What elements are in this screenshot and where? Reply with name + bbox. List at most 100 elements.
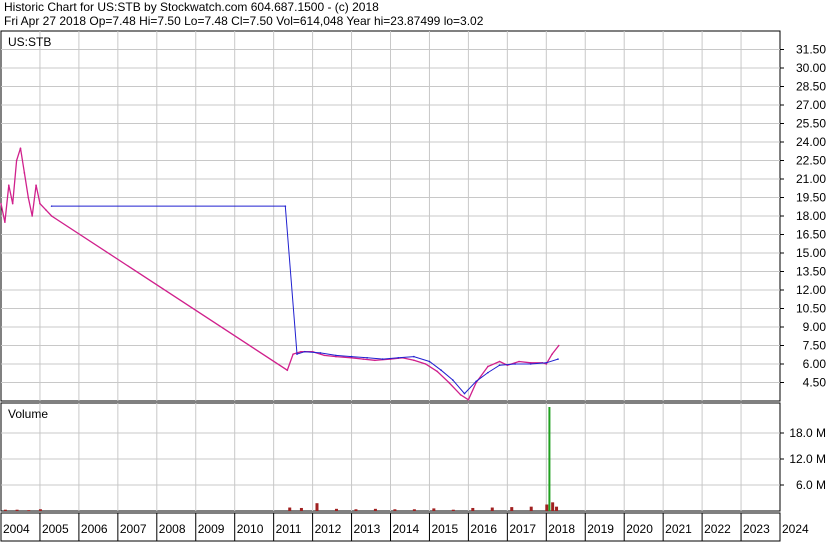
x-tick-label: 2015	[431, 522, 458, 536]
price-panel-title: US:STB	[8, 35, 51, 49]
volume-panel-title: Volume	[8, 407, 48, 421]
volume-tick-label: 18.0 M	[789, 426, 826, 440]
price-panel: 31.50 30.00 28.50 27.00 25.50 24.00 22.50 21.00…	[0, 30, 827, 402]
y-tick-label: 25.50	[796, 117, 826, 131]
volume-bar	[354, 509, 358, 511]
volume-bar	[393, 509, 397, 511]
price-point	[0, 202, 2, 205]
y-tick-label: 21.00	[796, 172, 826, 186]
price-point	[15, 159, 18, 162]
x-tick-label: 2011	[276, 522, 302, 536]
price-point	[452, 379, 454, 381]
price-point	[319, 352, 322, 354]
price-point	[557, 358, 559, 360]
x-tick-label: 2010	[237, 522, 264, 536]
y-tick-label: 30.00	[796, 61, 826, 75]
x-tick-label: 2004	[3, 522, 30, 536]
volume-bar	[334, 508, 338, 511]
price-point	[362, 358, 365, 360]
y-tick-label: 12.00	[796, 283, 826, 297]
x-tick-label: 2016	[470, 522, 497, 536]
price-point	[514, 363, 516, 365]
price-point	[424, 363, 427, 365]
price-point	[19, 147, 22, 149]
y-tick-label: 15.00	[796, 246, 826, 260]
price-point	[529, 363, 532, 365]
volume-bar	[3, 509, 7, 511]
price-point	[335, 354, 337, 357]
price-point	[551, 353, 553, 355]
price-point	[545, 361, 548, 364]
y-tick-label: 27.00	[796, 98, 826, 112]
volume-bar	[555, 506, 559, 511]
y-tick-label: 7.50	[803, 339, 827, 353]
price-point	[487, 365, 489, 368]
volume-bar	[288, 507, 292, 511]
volume-bar	[548, 407, 551, 511]
price-point	[50, 205, 53, 207]
price-point	[448, 381, 450, 384]
price-point	[44, 209, 47, 211]
volume-bar	[412, 509, 416, 511]
price-point	[286, 369, 289, 371]
volume-tick-label: 6.0 M	[796, 478, 826, 492]
price-point	[292, 353, 294, 355]
volume-bar	[38, 509, 42, 511]
price-point	[11, 202, 14, 205]
price-point	[323, 354, 326, 357]
x-tick-label: 2018	[548, 522, 575, 536]
price-point	[304, 350, 306, 353]
price-point	[366, 357, 368, 359]
y-tick-label: 24.00	[796, 135, 826, 149]
volume-bar	[432, 508, 436, 511]
x-tick-label: 2020	[626, 522, 653, 536]
x-tick-label: 2013	[354, 522, 381, 536]
price-point	[436, 370, 439, 373]
y-tick-label: 18.00	[796, 209, 826, 223]
price-point	[27, 196, 30, 199]
x-tick-label: 2009	[198, 522, 225, 536]
x-axis: 2004 2005 2006 2007 2008 2009 2010 2011 2012 2013…	[0, 512, 809, 542]
y-tick-label: 28.50	[796, 80, 826, 94]
volume-bar	[471, 507, 475, 511]
price-point	[50, 215, 53, 217]
x-tick-label: 2021	[665, 522, 692, 536]
y-tick-label: 19.50	[796, 191, 826, 205]
stock-chart: 31.50 30.00 28.50 27.00 25.50 24.00 22.50 21.00…	[0, 30, 827, 542]
volume-bar	[451, 509, 455, 511]
y-tick-label: 13.50	[796, 265, 826, 279]
volume-bar	[490, 507, 494, 511]
y-tick-label: 6.00	[803, 357, 827, 371]
price-point	[284, 205, 287, 207]
y-tick-label: 16.50	[796, 228, 826, 242]
price-point	[296, 353, 298, 355]
price-point	[475, 380, 477, 383]
volume-bar	[551, 502, 555, 511]
y-tick-label: 22.50	[796, 154, 826, 168]
y-tick-label: 4.50	[803, 376, 827, 390]
price-point	[557, 344, 560, 347]
volume-bar	[15, 509, 19, 511]
price-point	[413, 359, 415, 362]
price-point	[413, 355, 415, 358]
y-tick-label: 9.00	[803, 320, 827, 334]
price-point	[440, 369, 442, 371]
y-tick-label: 31.50	[796, 43, 826, 57]
price-point	[518, 360, 520, 363]
price-point	[498, 364, 501, 367]
price-point	[381, 358, 384, 360]
x-tick-label: 2014	[393, 522, 420, 536]
x-tick-label: 2023	[743, 522, 770, 536]
volume-tick-label: 12.0 M	[789, 452, 826, 466]
volume-bar	[545, 504, 549, 511]
x-tick-label: 2008	[159, 522, 186, 536]
volume-bar	[27, 510, 31, 511]
x-tick-label: 2012	[315, 522, 342, 536]
price-point	[31, 215, 33, 217]
price-point	[7, 184, 10, 186]
volume-panel: 18.0 M 12.0 M 6.0 M Volume	[0, 402, 826, 512]
price-point	[428, 360, 431, 363]
x-tick-label: 2005	[42, 522, 69, 536]
price-point	[467, 398, 470, 401]
price-point	[463, 392, 466, 395]
